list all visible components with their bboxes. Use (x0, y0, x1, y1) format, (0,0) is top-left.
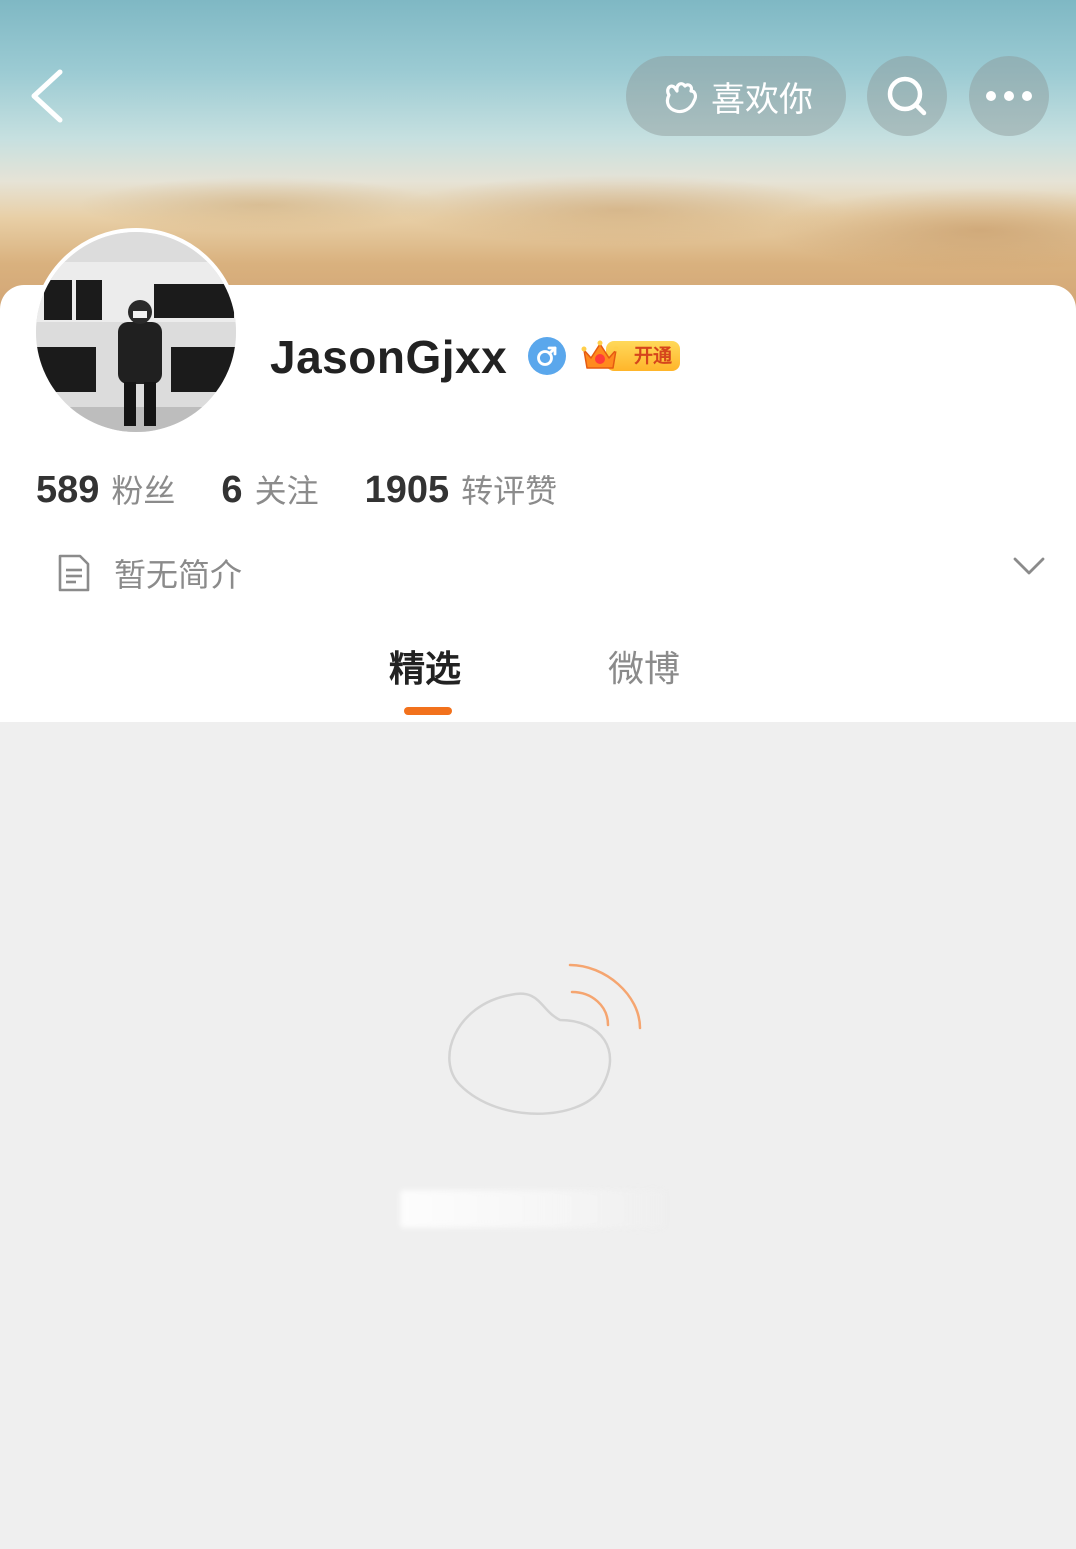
search-icon (887, 76, 927, 116)
document-icon (58, 554, 90, 592)
bio-row[interactable]: 暂无简介 (56, 548, 1046, 598)
hand-heart-icon (665, 82, 698, 114)
like-you-button[interactable]: 喜欢你 (626, 56, 846, 136)
profile-stats: 589 粉丝 6 关注 1905 转评赞 (36, 466, 603, 512)
avatar-photo (36, 232, 236, 432)
stat-following[interactable]: 6 关注 (221, 466, 318, 512)
back-button[interactable] (20, 62, 80, 130)
avatar[interactable] (32, 228, 240, 436)
stat-interactions[interactable]: 1905 转评赞 (365, 466, 558, 512)
chevron-down-icon[interactable] (1012, 556, 1046, 576)
tab-featured[interactable]: 精选 (389, 640, 461, 692)
like-you-label: 喜欢你 (711, 79, 813, 120)
stat-label: 关注 (254, 472, 319, 510)
chevron-left-icon (31, 69, 63, 123)
loading-placeholder (400, 1190, 666, 1228)
stat-label: 转评赞 (461, 472, 558, 510)
weibo-loading-icon (448, 963, 642, 1115)
stat-followers[interactable]: 589 粉丝 (36, 466, 175, 512)
crown-icon (581, 340, 619, 369)
more-dots-icon (986, 91, 1032, 101)
more-button[interactable] (969, 56, 1049, 136)
tab-weibo[interactable]: 微博 (608, 640, 680, 692)
stat-label: 粉丝 (111, 472, 176, 510)
stat-value: 6 (221, 469, 243, 511)
username: JasonGjxx (270, 331, 508, 383)
male-gender-icon (528, 337, 566, 375)
active-tab-indicator (404, 707, 452, 715)
search-button[interactable] (867, 56, 947, 136)
vip-open-badge[interactable]: 开通 (580, 336, 682, 376)
bio-text: 暂无简介 (114, 556, 243, 594)
stat-value: 589 (36, 469, 100, 511)
stat-value: 1905 (364, 469, 450, 511)
